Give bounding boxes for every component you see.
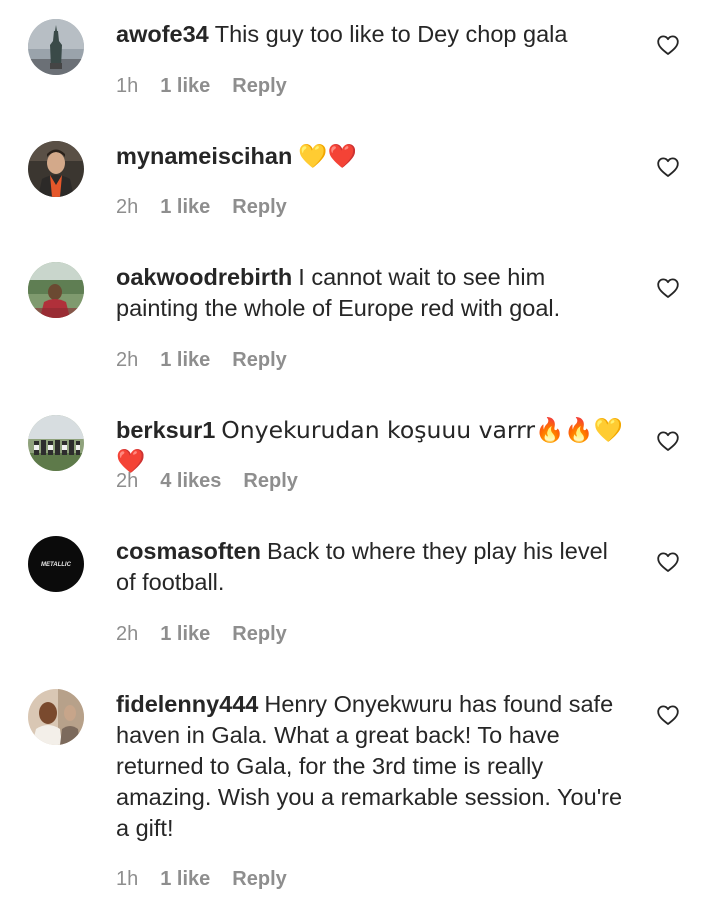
like-heart-icon[interactable] — [656, 276, 680, 300]
avatar[interactable] — [28, 689, 84, 745]
avatar-logo-text: METALLIC — [41, 562, 72, 568]
comment-likes[interactable]: 1 like — [160, 867, 210, 891]
comment-body: This guy too like to Dey chop gala — [214, 21, 568, 47]
comment-meta: 2h 1 like Reply — [116, 195, 287, 219]
avatar[interactable]: METALLIC — [28, 536, 84, 592]
avatar[interactable] — [28, 19, 84, 75]
comment-time: 2h — [116, 196, 139, 218]
comment-username[interactable]: cosmasoften — [116, 538, 261, 564]
comment-likes[interactable]: 1 like — [160, 622, 210, 646]
avatar[interactable] — [28, 262, 84, 318]
comment-text: cosmasoften Back to where they play his l… — [116, 536, 632, 598]
comment-meta: 2h 1 like Reply — [116, 348, 287, 372]
comment-likes[interactable]: 4 likes — [160, 469, 221, 493]
comment-username[interactable]: oakwoodrebirth — [116, 264, 292, 290]
comment-likes[interactable]: 1 like — [160, 74, 210, 98]
avatar[interactable] — [28, 141, 84, 197]
comment-time: 2h — [116, 470, 139, 492]
comment-meta: 2h 1 like Reply — [116, 622, 287, 646]
like-heart-icon[interactable] — [656, 155, 680, 179]
reply-button[interactable]: Reply — [232, 622, 286, 646]
reply-button[interactable]: Reply — [232, 195, 286, 219]
reply-button[interactable]: Reply — [232, 867, 286, 891]
like-heart-icon[interactable] — [656, 703, 680, 727]
comment-username[interactable]: awofe34 — [116, 21, 209, 47]
comment-text: fidelenny444 Henry Onyekwuru has found sa… — [116, 689, 632, 844]
comment-likes[interactable]: 1 like — [160, 348, 210, 372]
like-heart-icon[interactable] — [656, 550, 680, 574]
comment-text: oakwoodrebirth I cannot wait to see him p… — [116, 262, 632, 324]
comment-username[interactable]: fidelenny444 — [116, 691, 258, 717]
comment-time: 2h — [116, 623, 139, 645]
comment-body: 💛❤️ — [298, 142, 357, 170]
comment-meta: 2h 4 likes Reply — [116, 469, 298, 493]
comment-time: 1h — [116, 75, 139, 97]
comment-text: berksur1 Onyekurudan koşuuu varrr🔥🔥💛❤️ — [116, 415, 632, 477]
like-heart-icon[interactable] — [656, 429, 680, 453]
comment-meta: 1h 1 like Reply — [116, 867, 287, 891]
comment-time: 1h — [116, 868, 139, 890]
comment-text: awofe34 This guy too like to Dey chop gal… — [116, 19, 632, 50]
reply-button[interactable]: Reply — [232, 74, 286, 98]
comment-meta: 1h 1 like Reply — [116, 74, 287, 98]
reply-button[interactable]: Reply — [243, 469, 297, 493]
comment-username[interactable]: berksur1 — [116, 417, 215, 443]
comment-time: 2h — [116, 349, 139, 371]
avatar[interactable] — [28, 415, 84, 471]
comment-likes[interactable]: 1 like — [160, 195, 210, 219]
reply-button[interactable]: Reply — [232, 348, 286, 372]
comment-username[interactable]: mynameiscihan — [116, 143, 292, 169]
like-heart-icon[interactable] — [656, 33, 680, 57]
comment-text: mynameiscihan 💛❤️ — [116, 141, 632, 172]
